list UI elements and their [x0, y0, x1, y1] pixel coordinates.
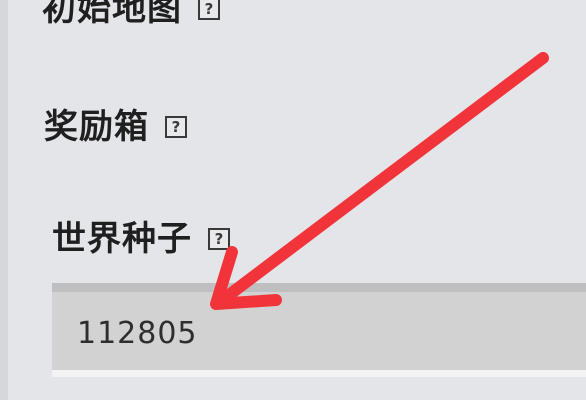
world-seed-row: 世界种子 ? — [52, 222, 230, 256]
world-seed-value[interactable]: 112805 — [77, 316, 198, 351]
world-seed-label: 世界种子 — [52, 219, 192, 259]
world-seed-help-icon[interactable]: ? — [208, 228, 230, 250]
reward-box-label: 奖励箱 — [44, 107, 149, 147]
reward-box-help-icon[interactable]: ? — [165, 116, 187, 138]
reward-box-row: 奖励箱 ? — [44, 110, 187, 144]
initial-map-label: 初始地图 — [42, 0, 182, 29]
panel-edge — [0, 0, 8, 400]
world-seed-input[interactable]: 112805 — [52, 283, 586, 377]
initial-map-row: 初始地图 ? — [42, 0, 220, 26]
initial-map-help-icon[interactable]: ? — [198, 0, 220, 20]
